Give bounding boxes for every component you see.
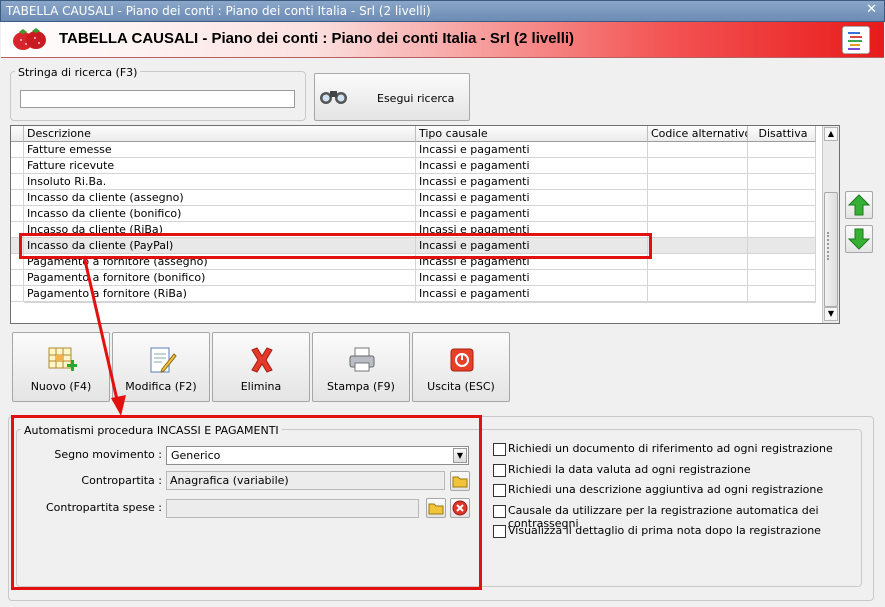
table-cell: Incassi e pagamenti [416,142,648,158]
option-label[interactable]: Richiedi la data valuta ad ogni registra… [508,463,751,476]
table-row[interactable]: Pagamento a fornitore (RiBa) Incassi e pa… [11,286,816,302]
table-cell [648,142,748,158]
table-row[interactable]: Pagamento a fornitore (bonifico) Incassi … [11,270,816,286]
table-scrollbar[interactable]: ▲ ▼ [822,126,839,323]
close-icon[interactable]: ✕ [866,2,877,17]
move-down-button[interactable] [845,225,873,253]
highlight-selected-row [19,233,652,259]
window-title: TABELLA CAUSALI - Piano dei conti : Pian… [6,4,431,18]
table-row[interactable]: Fatture emesse Incassi e pagamenti [11,142,816,158]
table-cell [648,222,748,238]
printer-icon [349,347,375,372]
table-cell [648,286,748,302]
option-checkbox[interactable] [493,484,506,497]
table-cell: Incasso da cliente (assegno) [24,190,416,206]
table-header-row: Descrizione Tipo causale Codice alternat… [11,126,816,142]
table-cell [748,158,816,174]
table-cell [748,222,816,238]
print-button[interactable]: Stampa (F9) [312,332,410,402]
new-table-icon [48,347,77,371]
list-menu-icon [848,32,862,50]
edit-button[interactable]: Modifica (F2) [112,332,210,402]
table-cell [748,286,816,302]
green-arrow-down-icon [847,228,871,250]
edit-document-icon [150,347,177,373]
table-row[interactable]: Insoluto Ri.Ba. Incassi e pagamenti [11,174,816,190]
column-header-descrizione[interactable]: Descrizione [24,126,416,142]
column-header-disattiva[interactable]: Disattiva [748,126,816,142]
table-cell: Incassi e pagamenti [416,270,648,286]
new-button[interactable]: Nuovo (F4) [12,332,110,402]
edit-button-label: Modifica (F2) [125,380,197,393]
menu-button[interactable] [842,26,870,54]
delete-button[interactable]: Elimina [212,332,310,402]
search-button[interactable]: Esegui ricerca [314,73,470,121]
window-titlebar: TABELLA CAUSALI - Piano dei conti : Pian… [0,0,885,22]
search-input[interactable] [20,90,295,108]
green-arrow-up-icon [847,194,871,216]
table-cell: Fatture ricevute [24,158,416,174]
table-cell [648,174,748,190]
table-cell [748,254,816,270]
table-cell: Fatture emesse [24,142,416,158]
table-cell: Insoluto Ri.Ba. [24,174,416,190]
red-x-delete-icon [251,347,273,373]
table-cell: Incassi e pagamenti [416,206,648,222]
option-label[interactable]: Richiedi una descrizione aggiuntiva ad o… [508,483,823,496]
table-cell: Pagamento a fornitore (bonifico) [24,270,416,286]
table-cell [748,142,816,158]
option-checkbox[interactable] [493,443,506,456]
table-cell [748,190,816,206]
scroll-down-arrow-icon[interactable]: ▼ [824,307,838,321]
strawberry-logo-icon [13,28,46,50]
search-group-label: Stringa di ricerca (F3) [15,66,141,79]
table-row[interactable]: Incasso da cliente (bonifico) Incassi e p… [11,206,816,222]
highlight-automation-panel [11,415,482,590]
table-cell [748,206,816,222]
move-up-button[interactable] [845,191,873,219]
binoculars-icon [320,91,347,104]
table-cell: Incassi e pagamenti [416,174,648,190]
power-exit-icon [450,348,474,372]
delete-button-label: Elimina [240,380,282,393]
table-cell [648,254,748,270]
header-banner: TABELLA CAUSALI - Piano dei conti : Pian… [1,22,884,58]
table-cell: Incasso da cliente (bonifico) [24,206,416,222]
search-button-label: Esegui ricerca [377,92,455,105]
table-cell: Pagamento a fornitore (RiBa) [24,286,416,302]
exit-button[interactable]: Uscita (ESC) [412,332,510,402]
option-label[interactable]: Richiedi un documento di riferimento ad … [508,442,833,455]
option-checkbox[interactable] [493,504,506,518]
table-cell [648,238,748,254]
table-cell: Incassi e pagamenti [416,190,648,206]
table-cell [648,190,748,206]
table-cell [748,270,816,286]
option-label[interactable]: Visualizza il dettaglio di prima nota do… [508,524,821,537]
exit-button-label: Uscita (ESC) [427,380,495,393]
option-checkbox[interactable] [493,525,506,538]
option-checkbox[interactable] [493,463,506,477]
page-title: TABELLA CAUSALI - Piano dei conti : Pian… [59,30,575,47]
table-row[interactable]: Fatture ricevute Incassi e pagamenti [11,158,816,174]
splitter-grip[interactable] [827,232,833,260]
table-cell [648,270,748,286]
column-header-tipo-causale[interactable]: Tipo causale [416,126,648,142]
column-header-codice-alternativo[interactable]: Codice alternativo [648,126,748,142]
causali-table[interactable]: Descrizione Tipo causale Codice alternat… [10,125,840,324]
new-button-label: Nuovo (F4) [30,380,92,393]
table-row[interactable]: Incasso da cliente (assegno) Incassi e pa… [11,190,816,206]
table-cell [748,174,816,190]
print-button-label: Stampa (F9) [327,380,395,393]
table-cell: Incassi e pagamenti [416,286,648,302]
table-cell: Incassi e pagamenti [416,158,648,174]
table-cell [748,238,816,254]
table-cell [648,206,748,222]
scroll-up-arrow-icon[interactable]: ▲ [824,127,838,141]
table-cell [648,158,748,174]
